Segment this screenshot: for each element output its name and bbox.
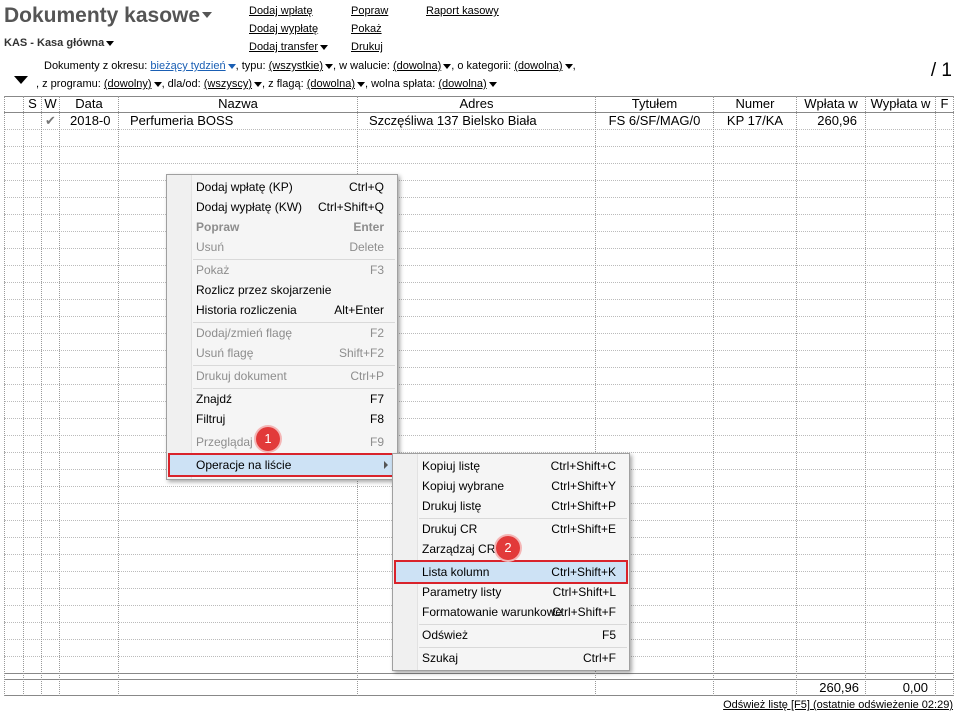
show-link[interactable]: Pokaż (351, 23, 382, 35)
menu-item-conditional-formatting[interactable]: Formatowanie warunkowe Ctrl+Shift+F (394, 602, 628, 622)
menu-item-show[interactable]: Pokaż F3 (168, 260, 396, 280)
column-header-data[interactable]: Data (60, 96, 118, 112)
menu-item-copy-selected[interactable]: Kopiuj wybrane Ctrl+Shift+Y (394, 476, 628, 496)
total-wplata: 260,96 (819, 680, 859, 695)
menu-item-column-list[interactable]: Lista kolumn Ctrl+Shift+K (394, 560, 628, 584)
menu-item-settlement-history[interactable]: Historia rozliczenia Alt+Enter (168, 300, 396, 320)
menu-item-find[interactable]: Znajdź F7 (168, 389, 396, 409)
column-header-wplata[interactable]: Wpłata w (797, 96, 865, 112)
menu-item-edit[interactable]: Popraw Enter (168, 217, 396, 237)
check-icon: ✔ (45, 113, 56, 128)
page-indicator: / 1 (930, 60, 952, 81)
column-header-f[interactable]: F (936, 96, 953, 112)
menu-item-remove-flag[interactable]: Usuń flagę Shift+F2 (168, 343, 396, 363)
column-header-s[interactable]: S (24, 96, 41, 112)
chevron-down-icon (153, 81, 162, 87)
cell-numer: KP 17/KA (726, 113, 784, 128)
menu-item-add-withdrawal[interactable]: Dodaj wypłatę (KW) Ctrl+Shift+Q (168, 197, 396, 217)
column-header-numer[interactable]: Numer (714, 96, 796, 112)
transfer-dropdown-icon (320, 44, 329, 50)
filter-line-1: Dokumenty z okresu: bieżący tydzień, typ… (44, 60, 576, 72)
column-header-wyplata[interactable]: Wypłata w (866, 96, 935, 112)
submenu-arrow-icon (384, 461, 388, 469)
refresh-list-link[interactable]: Odśwież listę [F5] (ostatnie odświeżenie… (723, 699, 953, 711)
print-link[interactable]: Drukuj (351, 41, 383, 53)
menu-item-print-list[interactable]: Drukuj listę Ctrl+Shift+P (394, 496, 628, 516)
menu-item-print-document[interactable]: Drukuj dokument Ctrl+P (168, 366, 396, 386)
total-wyplata: 0,00 (902, 680, 928, 695)
list-options-triangle-icon[interactable] (14, 76, 28, 84)
column-header-w[interactable]: W (42, 96, 59, 112)
column-header-adres[interactable]: Adres (358, 96, 595, 112)
cell-wyplata (866, 113, 926, 129)
chevron-down-icon (254, 81, 263, 87)
add-deposit-link[interactable]: Dodaj wpłatę (249, 5, 313, 17)
menu-item-list-parameters[interactable]: Parametry listy Ctrl+Shift+L (394, 582, 628, 602)
category-filter[interactable]: (dowolna) (514, 60, 573, 72)
chevron-down-icon (564, 63, 573, 69)
edit-link[interactable]: Popraw (351, 5, 388, 17)
register-dropdown-icon (106, 40, 115, 46)
cell-wplata: 260,96 (817, 113, 857, 128)
menu-item-add-deposit[interactable]: Dodaj wpłatę (KP) Ctrl+Q (168, 177, 396, 197)
menu-item-refresh[interactable]: Odśwież F5 (394, 625, 628, 645)
column-header-tytulem[interactable]: Tytułem (596, 96, 713, 112)
menu-item-search[interactable]: Szukaj Ctrl+F (394, 648, 628, 668)
add-withdrawal-link[interactable]: Dodaj wypłatę (249, 23, 318, 35)
payment-filter[interactable]: (dowolna) (438, 78, 497, 90)
period-filter[interactable]: bieżący tydzień (150, 60, 236, 72)
cell-tytulem: FS 6/SF/MAG/0 (608, 113, 701, 128)
column-header-nazwa[interactable]: Nazwa (119, 96, 357, 112)
menu-item-copy-list[interactable]: Kopiuj listę Ctrl+Shift+C (394, 456, 628, 476)
menu-item-settle-by-matching[interactable]: Rozlicz przez skojarzenie (168, 280, 396, 300)
chevron-down-icon (227, 63, 236, 69)
chevron-down-icon (357, 81, 365, 87)
currency-filter[interactable]: (dowolna) (393, 60, 452, 72)
add-transfer-link[interactable]: Dodaj transfer (249, 41, 329, 53)
menu-item-list-operations[interactable]: Operacje na liście (168, 453, 394, 477)
cash-register-selector[interactable]: KAS - Kasa główna (4, 37, 115, 49)
menu-item-filter[interactable]: Filtruj F8 (168, 409, 396, 429)
type-filter[interactable]: (wszystkie) (269, 60, 334, 72)
menu-item-set-flag[interactable]: Dodaj/zmień flagę F2 (168, 323, 396, 343)
cell-data: 2018-0 (70, 113, 111, 128)
party-filter[interactable]: (wszyscy) (204, 78, 263, 90)
menu-item-browse[interactable]: Przeglądaj F9 (168, 432, 396, 452)
filter-line-2: , z programu: (dowolny), dla/od: (wszysc… (36, 78, 497, 90)
step-badge-1: 1 (256, 427, 280, 451)
cash-report-link[interactable]: Raport kasowy (426, 5, 499, 17)
program-filter[interactable]: (dowolny) (104, 78, 162, 90)
list-operations-submenu: Kopiuj listę Ctrl+Shift+C Kopiuj wybrane C… (392, 453, 630, 671)
period-label: Dokumenty z okresu: (44, 60, 148, 72)
cell-nazwa: Perfumeria BOSS (130, 113, 234, 128)
title-dropdown-icon[interactable] (202, 12, 213, 18)
cell-adres: Szczęśliwa 137 Bielsko Biała (369, 113, 537, 128)
flag-filter[interactable]: (dowolna) (307, 78, 365, 90)
menu-item-delete[interactable]: Usuń Delete (168, 237, 396, 257)
chevron-down-icon (325, 63, 334, 69)
context-menu: Dodaj wpłatę (KP) Ctrl+Q Dodaj wypłatę (K… (166, 174, 398, 480)
chevron-down-icon (488, 81, 497, 87)
page-title[interactable]: Dokumenty kasowe (4, 4, 213, 28)
step-badge-2: 2 (496, 536, 520, 560)
